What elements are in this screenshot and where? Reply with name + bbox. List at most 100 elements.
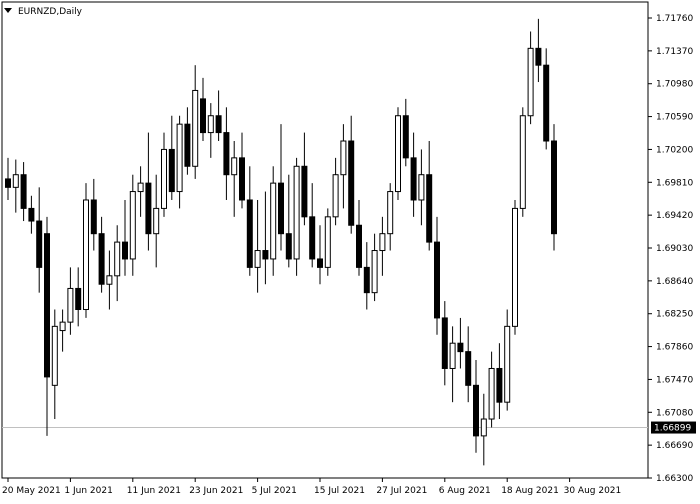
candle-body bbox=[239, 157, 245, 201]
candle bbox=[395, 107, 401, 200]
candle-body bbox=[317, 258, 323, 268]
candle-body bbox=[122, 241, 128, 260]
candle-body bbox=[20, 174, 27, 209]
candle-body bbox=[293, 165, 300, 260]
candle-body bbox=[426, 174, 433, 243]
y-tick-label: 1.68640 bbox=[656, 277, 693, 287]
candle-body bbox=[184, 123, 191, 167]
y-tick-label: 1.70980 bbox=[656, 80, 693, 90]
candle-body bbox=[512, 207, 518, 327]
candle bbox=[270, 166, 277, 276]
candle-body bbox=[457, 342, 464, 353]
candle-body bbox=[192, 89, 199, 167]
x-tick-label: 30 Aug 2021 bbox=[564, 486, 622, 496]
chart-title: EURNZD,Daily bbox=[18, 7, 83, 17]
candle-body bbox=[207, 115, 214, 134]
y-tick-label: 1.70590 bbox=[656, 113, 693, 123]
x-tick-label: 1 Jun 2021 bbox=[64, 486, 112, 496]
candle-body bbox=[379, 233, 386, 252]
x-tick-label: 27 Jul 2021 bbox=[376, 486, 427, 496]
candle-body bbox=[340, 140, 347, 176]
candle-body bbox=[465, 351, 472, 386]
candle-body bbox=[114, 241, 121, 277]
candle-body bbox=[434, 241, 440, 319]
candle-body bbox=[309, 216, 316, 260]
candle-body bbox=[535, 47, 542, 66]
candle-body bbox=[262, 250, 269, 260]
candle-body bbox=[223, 132, 230, 176]
candle-body bbox=[28, 207, 35, 222]
y-tick-label: 1.71370 bbox=[656, 47, 693, 57]
y-tick-label: 1.68250 bbox=[656, 310, 693, 320]
x-tick-label: 20 May 2021 bbox=[2, 486, 61, 496]
candle-body bbox=[441, 317, 448, 369]
candle-body bbox=[504, 325, 511, 403]
current-price-label: 1.66899 bbox=[654, 424, 691, 434]
candle-body bbox=[543, 64, 550, 142]
candle-body bbox=[488, 367, 495, 420]
candle-body bbox=[137, 182, 144, 193]
candle-body bbox=[67, 287, 74, 323]
candle-body bbox=[285, 233, 292, 260]
candle-body bbox=[246, 199, 253, 268]
x-tick-label: 18 Aug 2021 bbox=[501, 486, 559, 496]
candle-body bbox=[129, 191, 136, 260]
x-tick-label: 5 Jul 2021 bbox=[252, 486, 297, 496]
candle-body bbox=[278, 182, 284, 235]
candle bbox=[324, 208, 331, 276]
x-tick-label: 6 Aug 2021 bbox=[439, 486, 491, 496]
x-tick-label: 15 Jul 2021 bbox=[314, 486, 365, 496]
y-tick-label: 1.67470 bbox=[656, 375, 693, 385]
x-tick-label: 23 Jun 2021 bbox=[189, 486, 243, 496]
candle-body bbox=[332, 174, 339, 218]
candle-body bbox=[527, 47, 534, 117]
chart-root: EURNZD,Daily 1.71760 1.71370 1.70980 1.7059… bbox=[0, 0, 700, 500]
candle-body bbox=[402, 115, 409, 159]
candle bbox=[83, 183, 89, 318]
candle-body bbox=[200, 98, 206, 134]
y-tick-label: 1.69030 bbox=[656, 244, 693, 254]
price-chart: EURNZD,Daily 1.71760 1.71370 1.70980 1.7059… bbox=[0, 0, 700, 500]
candle-body bbox=[106, 275, 113, 285]
y-tick-label: 1.67080 bbox=[656, 408, 693, 418]
candle-body bbox=[496, 367, 503, 403]
y-tick-label: 1.66690 bbox=[656, 441, 693, 451]
candle-body bbox=[410, 157, 417, 201]
candle-body bbox=[371, 250, 378, 294]
candle-body bbox=[449, 342, 456, 369]
candle bbox=[519, 107, 526, 217]
candle-body bbox=[395, 115, 401, 193]
candle-body bbox=[176, 123, 183, 193]
candle bbox=[293, 157, 300, 276]
candle-body bbox=[75, 287, 82, 311]
y-tick-label: 1.69420 bbox=[656, 211, 693, 221]
candle-body bbox=[301, 165, 308, 218]
candle-body bbox=[418, 174, 425, 201]
candle-body bbox=[36, 220, 43, 268]
candle-body bbox=[59, 321, 66, 332]
y-tick-label: 1.70200 bbox=[656, 145, 693, 155]
y-tick-label: 1.71760 bbox=[656, 14, 693, 24]
candle-body bbox=[215, 115, 222, 134]
candle-body bbox=[473, 384, 479, 437]
candle-body bbox=[254, 250, 261, 268]
candle-body bbox=[480, 418, 487, 437]
x-tick-label: 11 Jun 2021 bbox=[127, 486, 181, 496]
candle-body bbox=[83, 199, 89, 311]
candle-body bbox=[387, 191, 394, 235]
candle-body bbox=[145, 182, 152, 235]
y-tick-label: 1.67860 bbox=[656, 343, 693, 353]
candle-body bbox=[363, 266, 370, 294]
candle-body bbox=[168, 148, 175, 193]
candle-body bbox=[51, 325, 58, 386]
y-tick-label: 1.66300 bbox=[656, 474, 693, 484]
candle-body bbox=[5, 178, 11, 188]
candle-body bbox=[161, 148, 167, 209]
candle-body bbox=[519, 115, 526, 209]
candle-body bbox=[98, 233, 105, 285]
candle-body bbox=[270, 182, 277, 260]
candle-body bbox=[12, 174, 19, 188]
candle-body bbox=[551, 140, 557, 235]
candle-body bbox=[324, 216, 331, 268]
candle bbox=[551, 124, 557, 251]
